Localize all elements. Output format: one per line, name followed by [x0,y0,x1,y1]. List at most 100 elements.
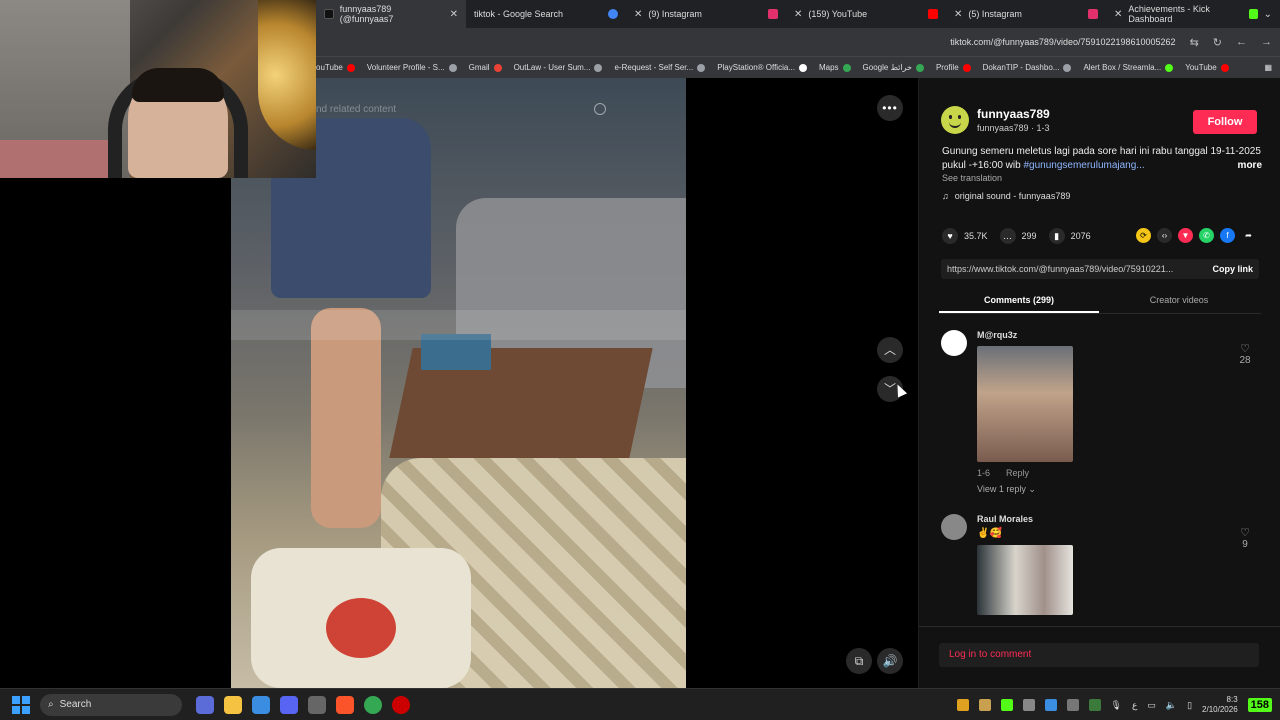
facebook-icon[interactable]: f [1220,228,1235,243]
comment-count: 299 [1021,231,1037,241]
tab-instagram-9[interactable]: ✕ (9) Instagram [626,0,786,28]
tray-app-icon[interactable] [956,699,969,711]
close-icon[interactable]: ✕ [634,9,642,20]
volume-icon[interactable]: 🔈 [1166,700,1177,711]
like-button[interactable]: ♥ 35.7K [942,228,988,244]
windows-start-icon[interactable] [12,695,30,714]
volume-button[interactable]: 🔊 [877,648,903,674]
video-description: Gunung semeru meletus lagi pada sore har… [942,145,1262,173]
author-info[interactable]: funnyaas789 funnyaas789 · 1-3 [941,106,1050,134]
bookmark-maps[interactable]: Maps [819,63,851,72]
more-options-button[interactable]: ••• [877,95,903,121]
bookmark-volunteer[interactable]: Volunteer Profile - S... [367,63,457,72]
comment-like[interactable]: ♡ 9 [1237,526,1253,550]
repost-icon[interactable]: ⟳ [1136,228,1151,243]
site-settings-icon[interactable]: ⇆ [1190,36,1199,49]
copy-link-button[interactable]: Copy link [1212,264,1253,274]
file-explorer-icon[interactable] [224,695,242,714]
chevron-down-icon[interactable]: ⌄ [1264,9,1272,20]
view-replies-button[interactable]: View 1 reply ⌄ [977,484,1261,495]
bookmark-outlaw[interactable]: OutLaw - User Sum... [514,63,603,72]
microphone-icon[interactable]: 🎙 [1111,700,1122,711]
search-icon[interactable] [594,103,606,115]
video-scene-pillow-print [326,598,396,658]
store-icon[interactable] [252,695,270,714]
follow-button[interactable]: Follow [1193,110,1257,134]
taskbar-search[interactable]: ⌕ Search [40,693,182,716]
widgets-icon[interactable] [196,695,214,714]
comment-author[interactable]: M@rqu3z [977,330,1261,340]
bookmark-alertbox[interactable]: Alert Box / Streamla... [1083,63,1174,72]
sound-link[interactable]: ♫ original sound - funnyaas789 [942,191,1070,201]
tab-google-search[interactable]: tiktok - Google Search [466,0,626,28]
gmail-icon [493,63,502,72]
bookmark-youtube-2[interactable]: YouTube [1185,63,1229,72]
tab-tiktok[interactable]: funnyaas789 (@funnyaas7 ✕ [316,0,466,28]
tray-app-icon[interactable] [1022,699,1035,711]
login-to-comment-link[interactable]: Log in to comment [939,643,1259,667]
share-link-text[interactable]: https://www.tiktok.com/@funnyaas789/vide… [947,264,1173,274]
reload-icon[interactable]: ↻ [1213,36,1222,49]
language-icon[interactable]: ع [1132,700,1137,711]
heart-icon: ♡ [1240,527,1250,539]
whatsapp-icon[interactable]: ✆ [1199,228,1214,243]
discord-icon[interactable] [280,695,298,714]
comment-image[interactable] [977,346,1073,462]
tab-instagram-5[interactable]: ✕ (5) Instagram [946,0,1106,28]
bookmark-google-maps-ar[interactable]: Google خرائط [863,63,924,72]
settings-icon[interactable] [308,695,326,714]
tray-app-icon[interactable] [978,699,991,711]
pip-button[interactable]: ⧉ [846,648,872,674]
embed-icon[interactable]: ‹› [1157,228,1172,243]
tray-app-icon[interactable] [1044,699,1057,711]
system-tray: 🎙 ع ▭ 🔈 ▯ 8:3 2/10/2026 158 [956,689,1280,720]
author-name[interactable]: funnyaas789 [977,107,1050,121]
bookmarks-folder-icon[interactable]: ▦ [1264,63,1280,72]
notification-badge[interactable]: 158 [1247,698,1272,712]
bookmark-youtube[interactable]: ouTube [316,63,355,72]
close-icon[interactable]: ✕ [1114,9,1122,20]
avatar[interactable] [941,514,967,540]
play-icon[interactable] [1000,699,1013,711]
bookmark-dokantip[interactable]: DokanTIP - Dashbo... [983,63,1072,72]
close-icon[interactable]: ✕ [794,9,802,20]
reply-button[interactable]: Reply [1006,468,1029,478]
more-link[interactable]: more [1238,159,1262,173]
hashtag-link[interactable]: #gunungsemerulumajang... [1023,160,1144,171]
tab-creator-videos[interactable]: Creator videos [1099,292,1259,313]
tab-kick-dashboard[interactable]: ✕ Achievements - Kick Dashboard ⌄ [1106,0,1280,28]
clock-date: 2/10/2026 [1202,705,1238,714]
save-button[interactable]: ▮ 2076 [1048,228,1091,244]
chrome-icon[interactable] [364,695,382,714]
recorder-icon[interactable] [392,695,410,714]
back-icon[interactable]: ← [1236,36,1247,48]
clock[interactable]: 8:3 2/10/2026 [1202,695,1238,715]
share-arrow-icon[interactable]: ➦ [1241,228,1256,243]
tray-app-icon[interactable] [1088,699,1101,711]
comment-like[interactable]: ♡ 28 [1237,342,1253,366]
avatar[interactable] [941,330,967,356]
forward-icon[interactable]: → [1261,36,1272,48]
bookmark-profile[interactable]: Profile [936,63,971,72]
comment-image[interactable] [977,545,1073,615]
close-icon[interactable]: ✕ [450,9,458,20]
bookmark-gmail[interactable]: Gmail [469,63,502,72]
close-icon[interactable]: ✕ [954,9,962,20]
comment-author[interactable]: Raul Morales [977,514,1261,524]
related-search-bar[interactable]: nd related content [316,96,616,122]
headset-icon[interactable] [1066,699,1079,711]
avatar[interactable] [941,106,969,134]
bookmark-playstation[interactable]: PlayStation® Officia... [717,63,807,72]
see-translation-link[interactable]: See translation [942,173,1002,183]
comment-button[interactable]: … 299 [999,228,1037,244]
network-icon[interactable]: ▭ [1147,700,1156,711]
battery-icon[interactable]: ▯ [1187,700,1192,711]
url-field[interactable]: tiktok.com/@funnyaas789/video/7591022198… [950,37,1175,47]
tab-comments[interactable]: Comments (299) [939,292,1099,313]
previous-video-button[interactable]: ︿ [877,337,903,363]
bookmark-erequest[interactable]: e-Request - Self Ser... [614,63,706,72]
send-icon[interactable]: ▼ [1178,228,1193,243]
brave-icon[interactable] [336,695,354,714]
tab-youtube[interactable]: ✕ (159) YouTube [786,0,946,28]
comment-item: Raul Morales ✌️🥰 ♡ 9 [941,514,1261,615]
